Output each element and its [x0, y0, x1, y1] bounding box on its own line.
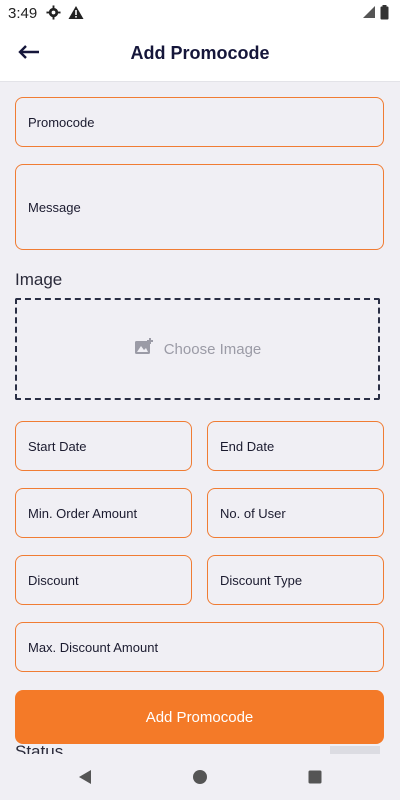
battery-icon — [380, 5, 389, 25]
nav-home-icon[interactable] — [191, 768, 209, 786]
choose-image-label: Choose Image — [163, 340, 262, 358]
min-order-amount-field[interactable]: Min. Order Amount — [15, 488, 192, 538]
add-promocode-button[interactable]: Add Promocode — [15, 690, 384, 744]
discount-field[interactable]: Discount — [15, 555, 192, 605]
end-date-field[interactable]: End Date — [207, 421, 384, 471]
system-nav-bar — [0, 754, 400, 800]
settings-icon — [46, 5, 61, 25]
warning-icon — [68, 5, 84, 25]
status-toggle[interactable] — [330, 746, 380, 754]
max-discount-amount-field[interactable]: Max. Discount Amount — [15, 622, 384, 672]
signal-icon — [362, 5, 376, 24]
nav-back-icon[interactable] — [76, 768, 94, 786]
page-title: Add Promocode — [130, 43, 270, 63]
app-bar: Add Promocode — [0, 26, 400, 82]
no-of-user-field[interactable]: No. of User — [207, 488, 384, 538]
message-field[interactable]: Message — [15, 164, 384, 250]
start-date-field[interactable]: Start Date — [15, 421, 192, 471]
nav-recents-icon[interactable] — [306, 768, 324, 786]
status-bar: 3:49 — [0, 0, 400, 26]
discount-type-field[interactable]: Discount Type — [207, 555, 384, 605]
promocode-field[interactable]: Promocode — [15, 97, 384, 147]
image-section-label: Image — [15, 270, 63, 289]
choose-image-area[interactable]: Choose Image — [15, 298, 380, 400]
image-icon — [134, 337, 154, 361]
status-time: 3:49 — [8, 5, 38, 22]
